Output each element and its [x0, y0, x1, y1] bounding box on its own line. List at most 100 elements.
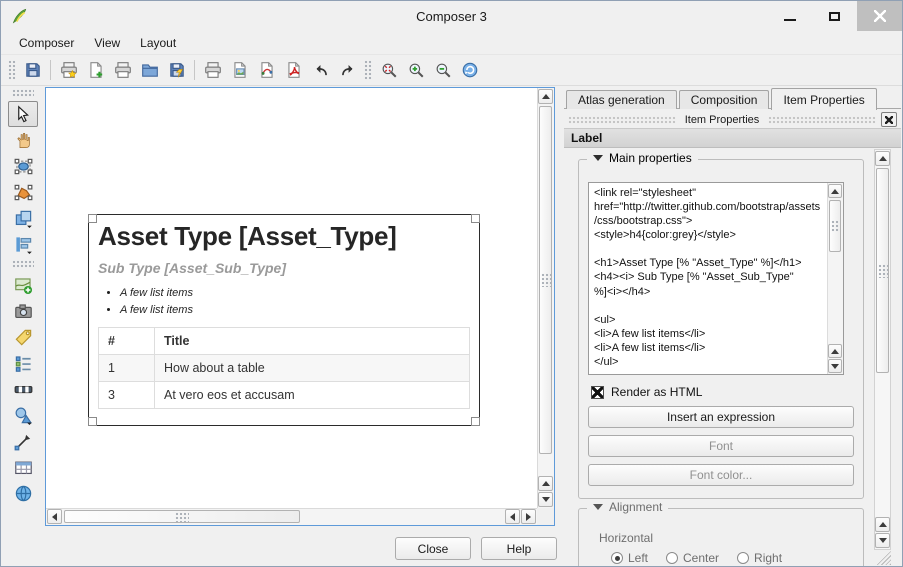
tab-atlas-generation[interactable]: Atlas generation — [566, 90, 677, 109]
dock-close-icon[interactable] — [881, 112, 897, 127]
zoom-in-icon — [407, 61, 425, 79]
alignment-legend[interactable]: Alignment — [587, 500, 668, 514]
duplicate-composer-button[interactable] — [82, 57, 109, 83]
export-as-svg-button[interactable] — [253, 57, 280, 83]
resize-grip[interactable] — [875, 551, 891, 565]
scroll-down-icon[interactable] — [875, 533, 890, 548]
add-label-button[interactable] — [8, 324, 38, 350]
maximize-icon[interactable] — [812, 1, 857, 31]
resize-handle-bottom-left[interactable] — [88, 417, 97, 426]
select-move-item-icon — [14, 105, 33, 124]
zoom-out-button[interactable] — [429, 57, 456, 83]
minimize-icon[interactable] — [767, 1, 812, 31]
h-scroll-thumb[interactable] — [64, 510, 300, 523]
composition-canvas[interactable]: Asset Type [Asset_Type] Sub Type [Asset_… — [45, 87, 555, 526]
menu-composer[interactable]: Composer — [9, 32, 84, 54]
undo-icon — [312, 61, 330, 79]
dock-scroll-thumb[interactable] — [876, 168, 889, 373]
scroll-up-icon[interactable] — [538, 89, 553, 104]
font-color-button[interactable]: Font color... — [588, 464, 854, 486]
menu-layout[interactable]: Layout — [130, 32, 186, 54]
print-button[interactable] — [199, 57, 226, 83]
resize-handle-top-right[interactable] — [471, 214, 480, 223]
select-move-item-button[interactable] — [8, 101, 38, 127]
editor-scrollbar[interactable] — [827, 183, 843, 374]
scroll-right-icon[interactable] — [521, 509, 536, 524]
save-as-template-button[interactable] — [163, 57, 190, 83]
toolbar-drag-handle[interactable] — [364, 60, 372, 80]
new-composer-button[interactable] — [55, 57, 82, 83]
scroll-up2-icon[interactable] — [828, 344, 842, 358]
canvas-vertical-scrollbar[interactable] — [537, 88, 554, 508]
save-project-button[interactable] — [19, 57, 46, 83]
scroll-up2-icon[interactable] — [875, 517, 890, 532]
scroll-up2-icon[interactable] — [538, 476, 553, 491]
add-image-button[interactable] — [8, 298, 38, 324]
add-html-frame-button[interactable] — [8, 480, 38, 506]
dock-scrollbar[interactable] — [874, 149, 891, 550]
help-button[interactable]: Help — [481, 537, 557, 560]
radio-icon[interactable] — [666, 552, 678, 564]
scroll-up-icon[interactable] — [875, 151, 890, 166]
canvas-horizontal-scrollbar[interactable] — [46, 508, 537, 525]
scroll-left-icon[interactable] — [47, 509, 62, 524]
item-properties-dock: Item Properties Label Main properties <l… — [564, 108, 901, 566]
main-properties-legend[interactable]: Main properties — [587, 151, 698, 165]
menu-view[interactable]: View — [84, 32, 130, 54]
close-icon[interactable] — [857, 1, 902, 31]
undo-button[interactable] — [307, 57, 334, 83]
dock-title-bar[interactable]: Item Properties — [568, 112, 897, 127]
new-composer-icon — [60, 61, 78, 79]
toolbox-drag-handle[interactable] — [12, 260, 34, 268]
radio-icon[interactable] — [611, 552, 623, 564]
radio-icon[interactable] — [737, 552, 749, 564]
radio-option-center[interactable]: Center — [666, 551, 719, 565]
composer-manager-button[interactable] — [109, 57, 136, 83]
raise-items-button[interactable] — [8, 205, 38, 231]
zoom-in-button[interactable] — [402, 57, 429, 83]
move-item-content-button[interactable] — [8, 127, 38, 153]
render-as-html-checkbox[interactable] — [591, 386, 604, 399]
scroll-down-icon[interactable] — [828, 359, 842, 373]
add-arrow-button[interactable] — [8, 428, 38, 454]
align-items-button[interactable] — [8, 231, 38, 257]
export-as-image-button[interactable] — [226, 57, 253, 83]
render-as-html-label: Render as HTML — [611, 385, 702, 399]
add-attribute-table-button[interactable] — [8, 454, 38, 480]
add-legend-button[interactable] — [8, 350, 38, 376]
label-html-source[interactable]: <link rel="stylesheet" href="http://twit… — [594, 186, 822, 371]
resize-handle-top-left[interactable] — [88, 214, 97, 223]
font-button[interactable]: Font — [588, 435, 854, 457]
refresh-view-button[interactable] — [456, 57, 483, 83]
ungroup-items-button[interactable] — [8, 179, 38, 205]
group-items-button[interactable] — [8, 153, 38, 179]
scroll-up-icon[interactable] — [828, 184, 842, 198]
insert-expression-button[interactable]: Insert an expression — [588, 406, 854, 428]
editor-scroll-thumb[interactable] — [829, 200, 841, 252]
scroll-left2-icon[interactable] — [505, 509, 520, 524]
resize-handle-bottom-right[interactable] — [471, 417, 480, 426]
alignment-group: Alignment Horizontal LeftCenterRight — [578, 508, 864, 567]
tab-item-properties[interactable]: Item Properties — [771, 88, 876, 110]
load-from-template-button[interactable] — [136, 57, 163, 83]
add-map-button[interactable] — [8, 272, 38, 298]
close-button[interactable]: Close — [395, 537, 471, 560]
v-scroll-thumb[interactable] — [539, 106, 552, 454]
toolbox-drag-handle[interactable] — [12, 89, 34, 97]
export-as-svg-icon — [258, 61, 276, 79]
radio-option-right[interactable]: Right — [737, 551, 782, 565]
radio-option-left[interactable]: Left — [611, 551, 648, 565]
tab-composition[interactable]: Composition — [679, 90, 770, 109]
scroll-down-icon[interactable] — [538, 492, 553, 507]
export-as-pdf-button[interactable] — [280, 57, 307, 83]
add-shape-button[interactable] — [8, 402, 38, 428]
toolbar-drag-handle[interactable] — [8, 60, 16, 80]
label-html-editor[interactable]: <link rel="stylesheet" href="http://twit… — [588, 182, 844, 375]
redo-button[interactable] — [334, 57, 361, 83]
item-toolbox — [1, 86, 45, 566]
label-item[interactable]: Asset Type [Asset_Type] Sub Type [Asset_… — [88, 214, 480, 426]
scrollbar-corner — [537, 508, 554, 525]
add-scalebar-button[interactable] — [8, 376, 38, 402]
zoom-full-button[interactable] — [375, 57, 402, 83]
duplicate-composer-icon — [87, 61, 105, 79]
